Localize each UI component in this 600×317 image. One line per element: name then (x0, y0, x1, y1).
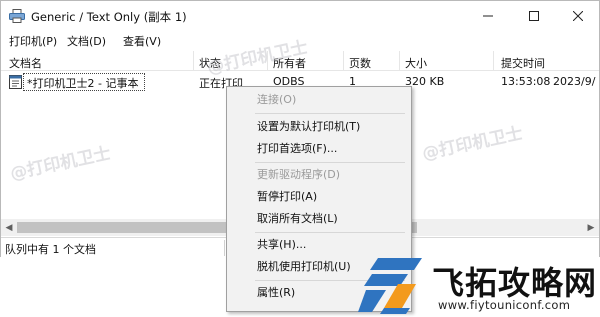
job-document-name: *打印机卫士2 - 记事本 (27, 77, 139, 90)
printer-icon (9, 9, 25, 23)
column-divider[interactable] (493, 51, 494, 71)
column-size[interactable]: 大小 (405, 55, 427, 71)
brand-mark-icon (358, 256, 424, 314)
column-divider[interactable] (399, 51, 400, 71)
menu-item-preferences[interactable]: 打印首选项(F)... (227, 138, 411, 160)
column-document-name[interactable]: 文档名 (9, 55, 42, 71)
scroll-right-icon[interactable]: ▶ (583, 219, 599, 236)
column-pages[interactable]: 页数 (349, 55, 371, 71)
brand-logo: 飞拓攻略网 www.fiytouniconf.com (352, 252, 600, 317)
column-divider[interactable] (193, 51, 194, 71)
watermark-text: @打印机卫士 (420, 123, 525, 165)
brand-url: www.fiytouniconf.com (438, 298, 571, 312)
column-submitted[interactable]: 提交时间 (501, 55, 545, 71)
menu-separator (255, 113, 405, 114)
menu-item-update-driver: 更新驱动程序(D) (257, 168, 341, 181)
menu-printer[interactable]: 打印机(P) (9, 33, 57, 49)
window-title: Generic / Text Only (副本 1) (31, 10, 187, 24)
status-divider (224, 240, 225, 256)
queue-count-text: 队列中有 1 个文档 (5, 243, 96, 256)
close-button[interactable] (555, 1, 600, 31)
watermark-text: @打印机卫士 (8, 143, 113, 185)
scroll-left-icon[interactable]: ◀ (1, 219, 17, 236)
menu-document[interactable]: 文档(D) (67, 33, 106, 49)
menu-item-pause[interactable]: 暂停打印(A) (227, 186, 411, 208)
title-bar[interactable]: Generic / Text Only (副本 1) (1, 1, 599, 31)
maximize-button[interactable] (511, 1, 557, 31)
menu-item-set-default[interactable]: 设置为默认打印机(T) (227, 116, 411, 138)
minimize-button[interactable] (465, 1, 511, 31)
menu-view[interactable]: 查看(V) (123, 33, 161, 49)
menu-separator (255, 232, 405, 233)
menu-item-cancel-all[interactable]: 取消所有文档(L) (227, 208, 411, 230)
document-icon (9, 75, 22, 89)
job-date: 2023/9/ (553, 75, 596, 88)
job-time: 13:53:08 (501, 75, 551, 88)
column-divider[interactable] (343, 51, 344, 71)
menu-separator (255, 162, 405, 163)
menu-item-connect: 连接(O) (257, 93, 297, 106)
